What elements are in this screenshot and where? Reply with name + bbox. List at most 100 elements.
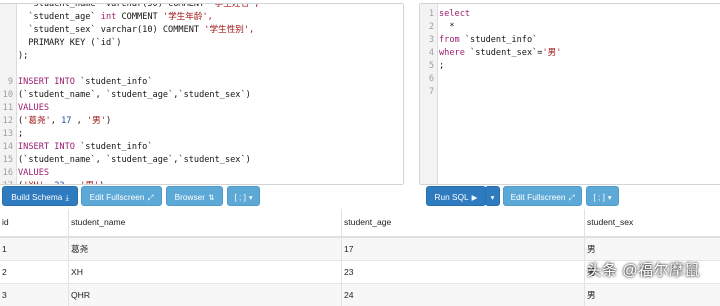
play-icon: ▶ [471, 193, 478, 202]
edit-fullscreen-button[interactable]: Edit Fullscreen ⤢ [503, 186, 582, 206]
expand-icon: ⤢ [568, 193, 575, 202]
code-line: 14 INSERT INTO `student_info` [0, 141, 403, 154]
edit-fullscreen-label: Edit Fullscreen [510, 192, 566, 202]
delimiter-label: [ ; ] [234, 192, 246, 202]
code-token: where [439, 48, 465, 58]
code-text: (`student_name`, `student_age`,`student_… [18, 154, 251, 167]
table-row: 1 葛尧 17 男 [0, 238, 720, 261]
code-line: ); [0, 50, 403, 63]
code-text: select [439, 8, 470, 21]
browser-label: Browser [174, 192, 206, 202]
code-token: (`student_name`, `student_age`,`student_… [18, 90, 251, 100]
line-number: 11 [2, 103, 13, 113]
line-number: 17 [0, 180, 13, 184]
code-token: `student_info` [74, 77, 153, 87]
code-token: VALUES [18, 168, 50, 178]
line-number: 12 [2, 116, 13, 126]
column-header: student_name [68, 209, 341, 236]
code-token: `student_info` [74, 142, 153, 152]
table-row: 3 QHR 24 男 [0, 284, 720, 306]
code-token: VALUES [18, 103, 50, 113]
code-token: INSERT INTO [18, 77, 75, 87]
code-line: 15 (`student_name`, `student_age`,`studen… [0, 154, 403, 167]
column-header: student_sex [584, 209, 720, 236]
code-token: '葛尧' [23, 116, 51, 126]
code-text: ('XH', 23 , '男') [18, 180, 104, 184]
code-text: ; [439, 60, 444, 73]
table-cell: 2 [2, 267, 7, 277]
code-token: ) [99, 181, 104, 184]
sort-icon: ⇅ [208, 193, 215, 202]
code-line: 10 (`student_name`, `student_age`,`studen… [0, 89, 403, 102]
edit-fullscreen-button[interactable]: Edit Fullscreen ⤢ [81, 186, 162, 206]
browser-button[interactable]: Browser ⇅ [166, 186, 223, 206]
line-number: 5 [428, 61, 434, 71]
delimiter-label: [ ; ] [593, 192, 605, 202]
run-sql-button[interactable]: Run SQL ▶ [426, 186, 486, 206]
code-token: int [100, 12, 117, 22]
edit-fullscreen-label: Edit Fullscreen [89, 192, 145, 202]
line-number: 16 [2, 168, 13, 178]
table-header: id student_name student_age student_sex [0, 209, 720, 238]
code-line: `student_name` varchar(50) COMMENT '学生姓名… [0, 4, 403, 11]
line-number: 3 [428, 35, 434, 45]
line-number: 4 [428, 48, 434, 58]
code-text: VALUES [18, 167, 49, 180]
code-text: `student_name` varchar(50) COMMENT '学生姓名… [18, 4, 259, 11]
code-token: `student_sex` varchar(10) COMMENT [18, 25, 205, 35]
code-text: ); [18, 50, 28, 63]
code-line: 12 ('葛尧', 17 , '男') [0, 115, 403, 128]
code-line: `student_sex` varchar(10) COMMENT '学生性别'… [0, 24, 403, 37]
table-cell: 男 [584, 284, 720, 306]
code-line: 13; [0, 128, 403, 141]
code-token: select [439, 9, 471, 19]
code-line: 2 * [420, 21, 720, 34]
line-number: 2 [428, 22, 434, 32]
code-line: 7 [420, 86, 720, 99]
line-number: 1 [428, 9, 434, 19]
delimiter-dropdown[interactable]: [ ; ] ▾ [586, 186, 619, 206]
schema-editor[interactable]: `student_name` varchar(50) COMMENT '学生姓名… [0, 3, 404, 185]
table-cell: QHR [68, 284, 341, 306]
line-number: 9 [7, 77, 13, 87]
code-token: `student_info` [459, 35, 538, 45]
line-number: 10 [2, 90, 13, 100]
code-line: 1 select [420, 8, 720, 21]
code-text: INSERT INTO `student_info` [18, 141, 153, 154]
code-text: PRIMARY KEY (`id`) [18, 37, 121, 50]
delimiter-dropdown[interactable]: [ ; ] ▾ [227, 186, 260, 206]
code-text: * [439, 21, 454, 34]
caret-down-icon: ▾ [248, 193, 253, 202]
build-schema-button[interactable]: Build Schema ⤓ [2, 186, 78, 206]
code-token: ; [18, 129, 24, 139]
table-cell: 17 [341, 238, 584, 260]
expand-icon: ⤢ [147, 193, 154, 202]
code-token: `student_age` [18, 12, 101, 22]
code-text: `student_sex` varchar(10) COMMENT '学生性别'… [18, 24, 254, 37]
code-token: '男' [86, 116, 106, 126]
code-text: (`student_name`, `student_age`,`student_… [18, 89, 251, 102]
code-token: '男' [80, 181, 99, 184]
column-header: student_age [341, 209, 584, 236]
code-text: from `student_info` [439, 34, 537, 47]
code-line: 6 [420, 73, 720, 86]
query-editor[interactable]: 1 select 2 * 3 from `student_info` 4 where `st… [419, 3, 720, 185]
code-token: PRIMARY KEY (`id`) [18, 38, 122, 48]
code-text: INSERT INTO `student_info` [18, 76, 153, 89]
code-text: VALUES [18, 102, 49, 115]
table-cell: 24 [341, 284, 584, 306]
code-token: ) [105, 116, 112, 126]
run-sql-label: Run SQL [434, 192, 469, 202]
code-token: 17 [61, 116, 72, 126]
code-token: , [65, 181, 81, 184]
run-sql-dropdown-button[interactable]: ▾ [485, 186, 500, 206]
code-text: `student_age` int COMMENT '学生年龄', [18, 11, 212, 24]
code-token: `student_sex`= [464, 48, 543, 58]
download-icon: ⤓ [65, 193, 69, 202]
watermark-text: 头条 @福尔摩鼠 [586, 262, 700, 279]
code-line: 16 VALUES [0, 167, 403, 180]
code-line: `student_age` int COMMENT '学生年龄', [0, 11, 403, 24]
code-line: 11 VALUES [0, 102, 403, 115]
code-token: 'XH' [23, 181, 44, 184]
code-line: 9 INSERT INTO `student_info` [0, 76, 403, 89]
